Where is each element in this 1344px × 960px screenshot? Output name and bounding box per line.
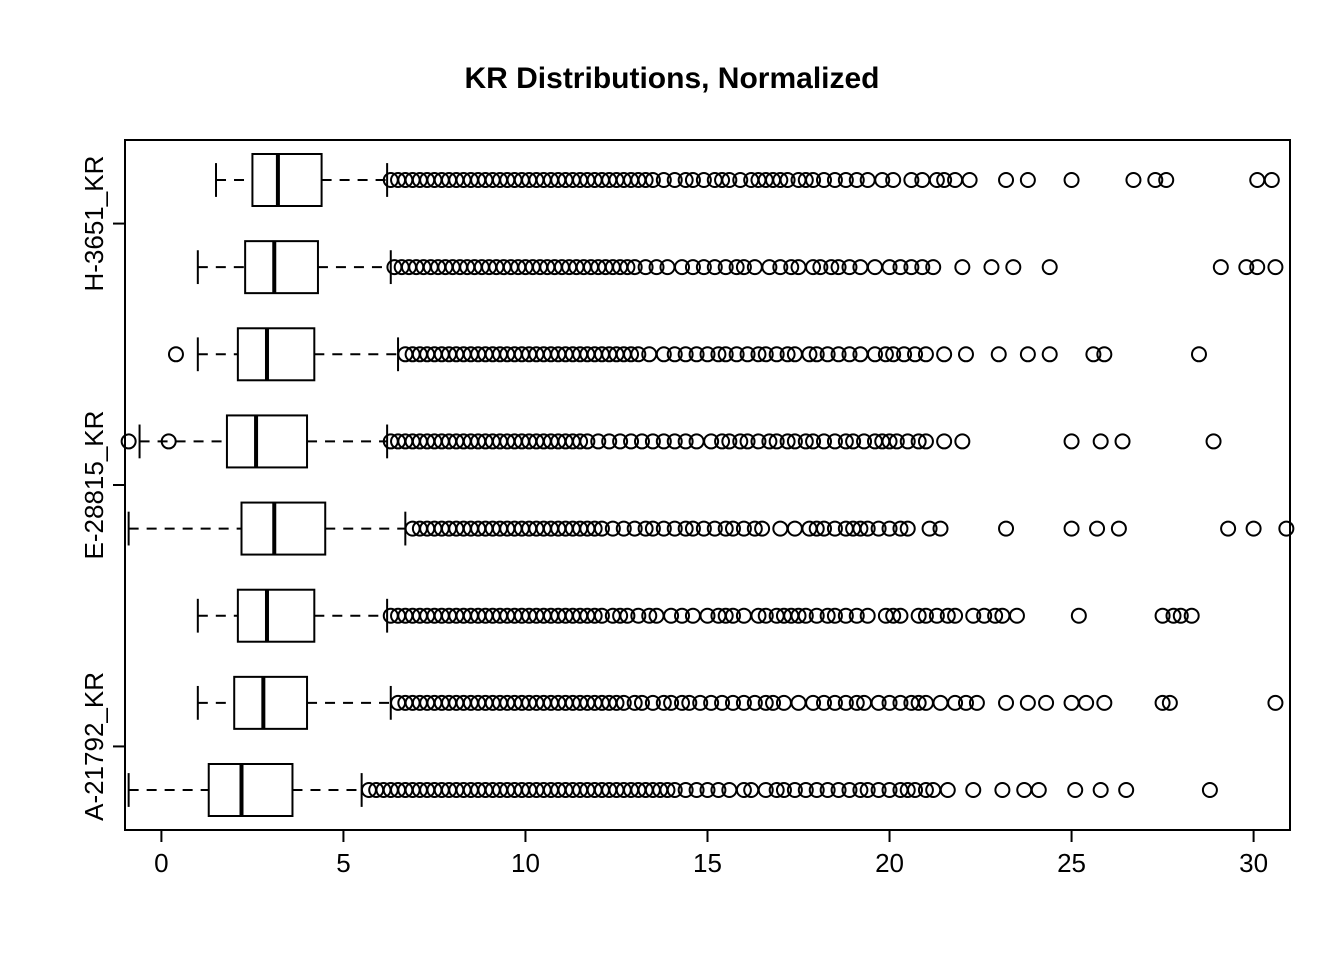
outlier-point	[1021, 347, 1035, 361]
outlier-point	[1010, 609, 1024, 623]
x-tick-label: 20	[875, 848, 904, 878]
outlier-point	[1032, 783, 1046, 797]
outlier-point	[992, 347, 1006, 361]
outlier-point	[984, 260, 998, 274]
outlier-point	[1247, 522, 1261, 536]
x-tick-label: 5	[336, 848, 350, 878]
outlier-point	[1065, 173, 1079, 187]
x-tick-label: 0	[154, 848, 168, 878]
outlier-point	[1279, 522, 1293, 536]
outlier-point	[1116, 434, 1130, 448]
outlier-point	[1207, 434, 1221, 448]
outlier-point	[934, 696, 948, 710]
outlier-point	[937, 434, 951, 448]
outlier-point	[1065, 696, 1079, 710]
box	[209, 764, 293, 816]
outlier-point	[1021, 173, 1035, 187]
y-tick-label: E-28815_KR	[79, 411, 109, 560]
outlier-point	[999, 522, 1013, 536]
outlier-point	[999, 173, 1013, 187]
outlier-point	[1126, 173, 1140, 187]
outlier-point	[1221, 522, 1235, 536]
outlier-point	[1203, 783, 1217, 797]
y-tick-label: A-21792_KR	[79, 672, 109, 821]
box	[238, 590, 314, 642]
outlier-point	[1094, 783, 1108, 797]
outlier-point	[122, 434, 136, 448]
outlier-point	[1021, 696, 1035, 710]
outlier-point	[1006, 260, 1020, 274]
outlier-point	[999, 696, 1013, 710]
outlier-point	[792, 696, 806, 710]
outlier-point	[169, 347, 183, 361]
outlier-point	[937, 347, 951, 361]
outlier-point	[868, 260, 882, 274]
outlier-point	[1265, 173, 1279, 187]
chart-svg: 0 5 10 15 20 25 30 A-21792_KR E-28815_KR H-3651_K…	[0, 0, 1344, 960]
outlier-point	[1065, 522, 1079, 536]
outlier-point	[1214, 260, 1228, 274]
outlier-point	[1068, 783, 1082, 797]
box	[245, 241, 318, 293]
outlier-point	[955, 434, 969, 448]
chart-title: KR Distributions, Normalized	[0, 62, 1344, 96]
outlier-point	[959, 347, 973, 361]
outlier-point	[1192, 347, 1206, 361]
outlier-point	[1097, 696, 1111, 710]
x-tick-label: 10	[511, 848, 540, 878]
outlier-point	[966, 783, 980, 797]
outlier-point	[955, 260, 969, 274]
box	[252, 154, 321, 206]
x-tick-label: 30	[1239, 848, 1268, 878]
x-tick-label: 15	[693, 848, 722, 878]
outlier-point	[1065, 434, 1079, 448]
outlier-point	[1043, 347, 1057, 361]
x-tick-label: 25	[1057, 848, 1086, 878]
outlier-point	[1094, 434, 1108, 448]
outlier-point	[788, 522, 802, 536]
outlier-point	[1112, 522, 1126, 536]
box	[242, 503, 326, 555]
outlier-point	[1090, 522, 1104, 536]
chart-container: KR Distributions, Normalized 0 5 10 15 20 25 3…	[0, 0, 1344, 960]
y-tick-label: H-3651_KR	[79, 156, 109, 292]
box	[227, 415, 307, 467]
box	[238, 328, 314, 380]
outlier-point	[1039, 696, 1053, 710]
outlier-point	[1079, 696, 1093, 710]
outlier-point	[1250, 173, 1264, 187]
outlier-point	[1268, 696, 1282, 710]
outlier-point	[1268, 260, 1282, 274]
outlier-point	[963, 173, 977, 187]
outlier-point	[1072, 609, 1086, 623]
outlier-point	[1043, 260, 1057, 274]
box	[234, 677, 307, 729]
outlier-point	[773, 522, 787, 536]
outlier-point	[995, 783, 1009, 797]
outlier-point	[1017, 783, 1031, 797]
outlier-point	[1119, 783, 1133, 797]
outlier-point	[941, 783, 955, 797]
